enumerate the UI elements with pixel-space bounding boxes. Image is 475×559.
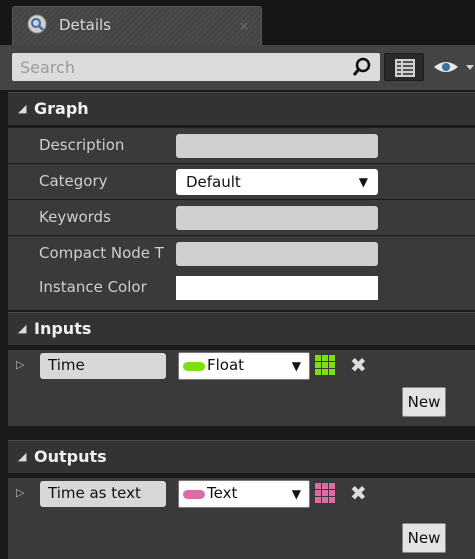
grid-cell — [322, 490, 328, 496]
grid-cell — [322, 355, 328, 361]
grid-cell — [322, 483, 328, 489]
remove-pin-icon[interactable]: ✖ — [350, 353, 367, 377]
section-inputs-header[interactable]: ◢ Inputs — [8, 312, 475, 345]
search-box — [12, 53, 380, 81]
input-pin-name[interactable]: Time — [40, 353, 166, 379]
category-label: Category — [39, 172, 108, 190]
output-pin-type-dropdown[interactable]: Text ▼ — [178, 480, 310, 508]
output-pin-row: ▷ Time as text Text ▼ ✖ New — [8, 478, 475, 559]
description-label: Description — [39, 136, 125, 154]
grid-cell — [315, 362, 321, 368]
new-output-button[interactable]: New — [402, 523, 446, 553]
row-category: Category Default ▼ — [8, 164, 475, 199]
grid-cell — [315, 355, 321, 361]
grid-cell — [329, 362, 335, 368]
list-icon — [395, 59, 415, 77]
tab-bar: Details × — [0, 0, 475, 45]
tab-details[interactable]: Details × — [12, 6, 262, 45]
grid-cell — [315, 369, 321, 375]
collapse-caret-icon: ◢ — [18, 322, 27, 335]
row-description: Description — [8, 128, 475, 163]
category-value: Default — [186, 173, 241, 191]
grid-cell — [322, 362, 328, 368]
grid-cell — [322, 369, 328, 375]
remove-pin-icon[interactable]: ✖ — [350, 481, 367, 505]
container-type-grid-icon[interactable] — [314, 482, 336, 504]
grid-cell — [329, 355, 335, 361]
instance-color-swatch[interactable] — [176, 276, 378, 300]
chevron-down-icon: ▼ — [291, 487, 301, 501]
section-graph-header[interactable]: ◢ Graph — [8, 92, 475, 125]
input-pin-type: Float — [207, 356, 245, 374]
collapse-caret-icon: ◢ — [18, 102, 27, 115]
new-input-button[interactable]: New — [402, 387, 446, 417]
section-title: Graph — [34, 99, 89, 118]
grid-cell — [315, 497, 321, 503]
details-icon — [27, 14, 47, 34]
grid-cell — [329, 490, 335, 496]
search-input[interactable] — [12, 53, 342, 81]
compact-node-field[interactable] — [176, 242, 378, 266]
category-dropdown[interactable]: Default ▼ — [176, 169, 378, 195]
section-title: Inputs — [34, 319, 92, 338]
text-type-pill-icon — [183, 490, 205, 499]
grid-cell — [322, 497, 328, 503]
grid-cell — [329, 497, 335, 503]
expand-arrow-icon[interactable]: ▷ — [16, 486, 24, 499]
float-type-pill-icon — [183, 362, 205, 371]
container-type-grid-icon[interactable] — [314, 354, 336, 376]
grid-cell — [315, 483, 321, 489]
compact-node-label: Compact Node T — [39, 244, 164, 262]
close-icon[interactable]: × — [239, 19, 249, 33]
keywords-label: Keywords — [39, 208, 111, 226]
chevron-down-icon: ▼ — [358, 175, 368, 189]
grid-cell — [329, 369, 335, 375]
row-instance-color: Instance Color — [8, 270, 475, 310]
tab-title: Details — [59, 16, 112, 34]
description-field[interactable] — [176, 134, 378, 158]
expand-arrow-icon[interactable]: ▷ — [16, 358, 24, 371]
row-keywords: Keywords — [8, 200, 475, 235]
keywords-field[interactable] — [176, 206, 378, 230]
search-icon[interactable] — [352, 57, 372, 77]
search-row — [0, 45, 475, 90]
collapse-caret-icon: ◢ — [18, 450, 27, 463]
section-outputs-header[interactable]: ◢ Outputs — [8, 440, 475, 473]
eye-icon[interactable] — [430, 55, 475, 79]
output-pin-type: Text — [207, 484, 238, 502]
instance-color-label: Instance Color — [39, 278, 147, 296]
grid-cell — [329, 483, 335, 489]
input-pin-type-dropdown[interactable]: Float ▼ — [178, 352, 310, 380]
chevron-down-icon: ▼ — [291, 359, 301, 373]
grid-cell — [315, 490, 321, 496]
row-compact-node-title: Compact Node T — [8, 236, 475, 271]
property-matrix-button[interactable] — [384, 53, 424, 81]
section-title: Outputs — [34, 447, 107, 466]
input-pin-row: ▷ Time Float ▼ ✖ New — [8, 350, 475, 426]
output-pin-name[interactable]: Time as text — [40, 481, 166, 507]
